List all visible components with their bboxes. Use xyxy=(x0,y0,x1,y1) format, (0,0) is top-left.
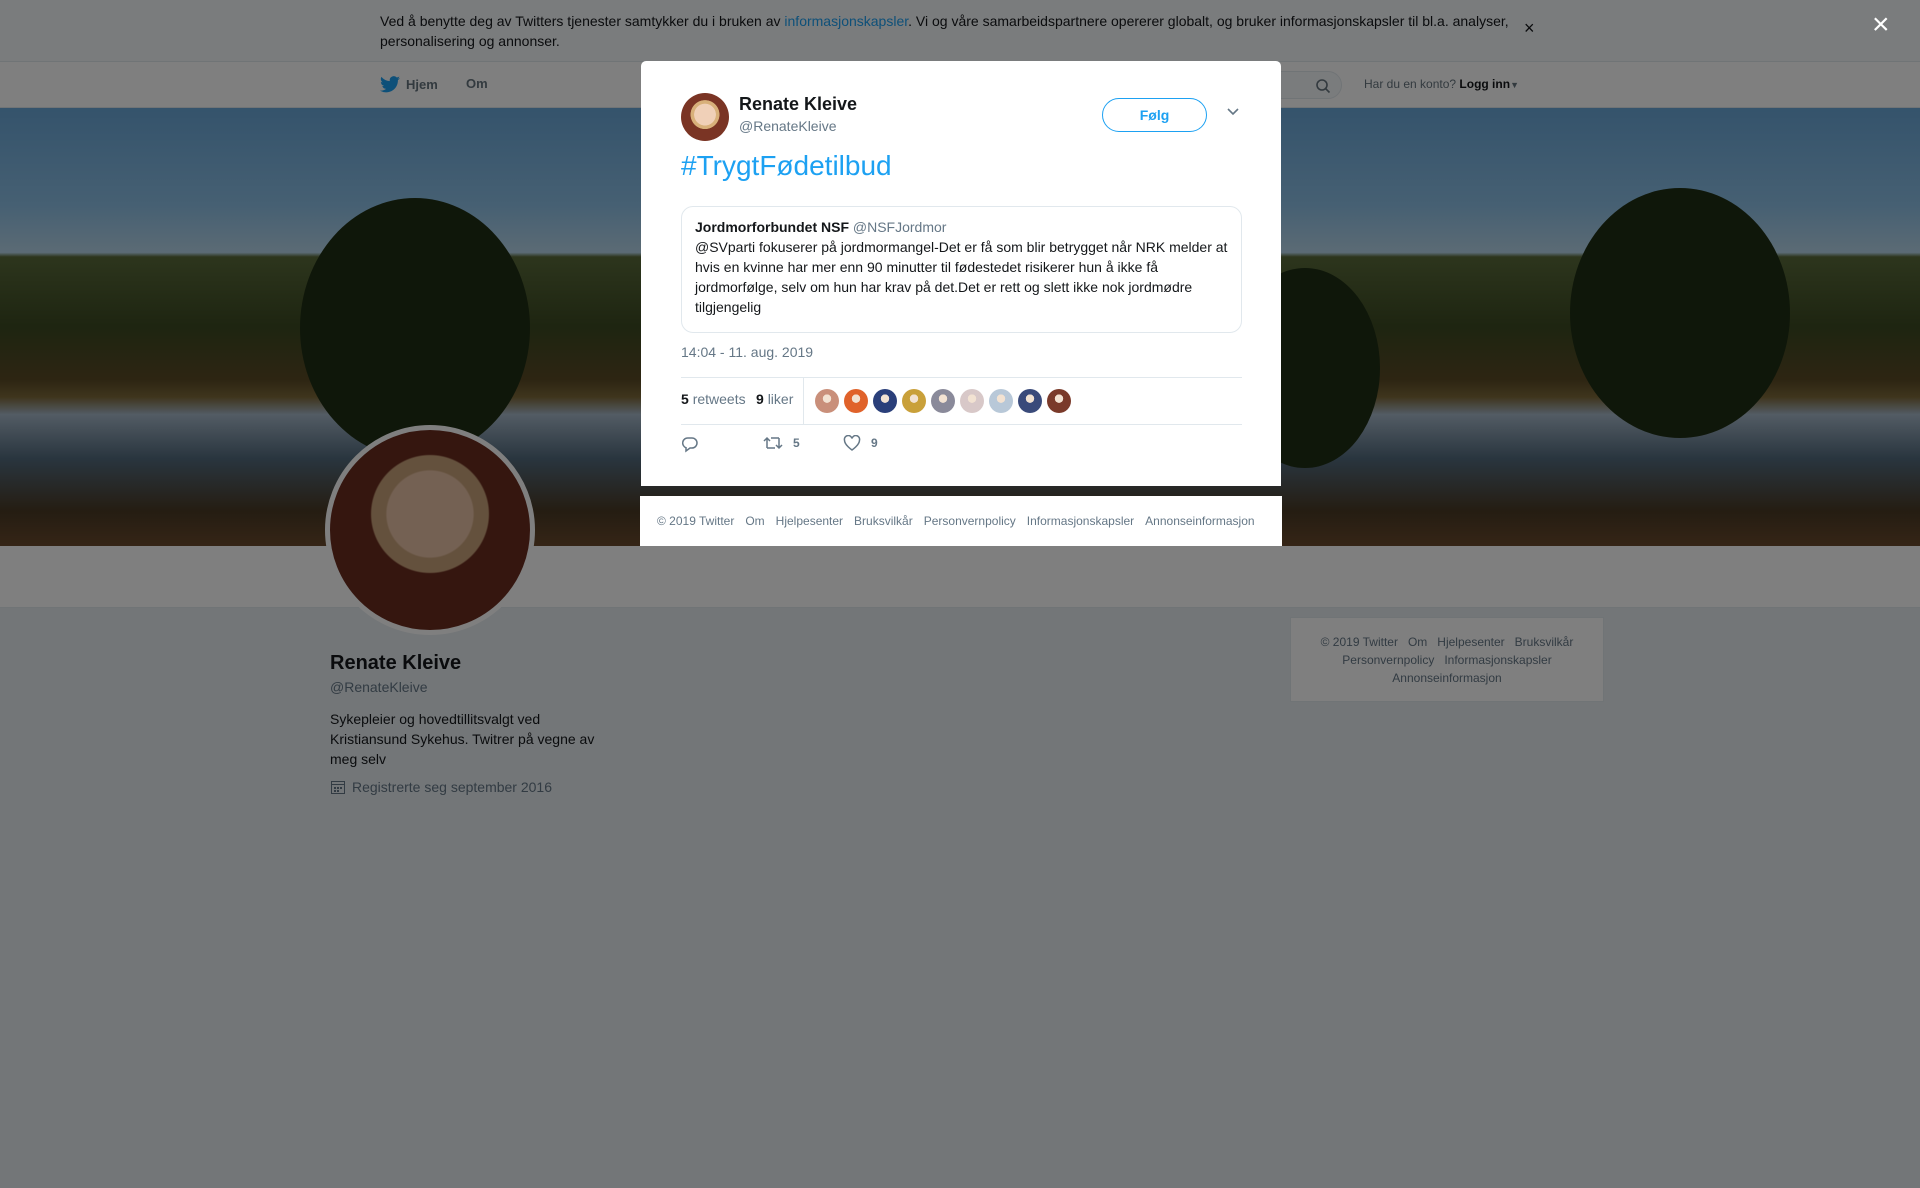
close-modal-button[interactable]: × xyxy=(1872,10,1890,40)
liker-avatars xyxy=(815,389,1071,413)
tweet-text-hashtag[interactable]: #TrygtFødetilbud xyxy=(681,150,892,182)
tweet-author-handle[interactable]: @RenateKleive xyxy=(739,118,837,134)
tweet-author-name[interactable]: Renate Kleive xyxy=(739,94,857,115)
liker-avatar[interactable] xyxy=(931,389,955,413)
modal-footer-copyright: © 2019 Twitter xyxy=(657,514,735,528)
modal-footer-link-about[interactable]: Om xyxy=(745,514,764,528)
like-count: 9 xyxy=(871,436,878,450)
retweet-count: 5 xyxy=(793,436,800,450)
quoted-author-name: Jordmorforbundet NSF xyxy=(695,219,849,235)
reply-button[interactable] xyxy=(681,435,699,453)
likes-stat[interactable]: 9 liker xyxy=(756,391,793,407)
chevron-down-icon[interactable] xyxy=(1226,107,1240,117)
liker-avatar[interactable] xyxy=(989,389,1013,413)
tweet-stats: 5 retweets 9 liker xyxy=(681,377,1242,425)
modal-footer-link-terms[interactable]: Bruksvilkår xyxy=(854,514,913,528)
quoted-tweet-header: Jordmorforbundet NSF @NSFJordmor xyxy=(695,219,1228,235)
retweet-button[interactable]: 5 xyxy=(763,435,800,451)
stats-divider xyxy=(803,378,804,425)
modal-footer-link-ads-info[interactable]: Annonseinformasjon xyxy=(1145,514,1254,528)
liker-avatar[interactable] xyxy=(815,389,839,413)
liker-avatar[interactable] xyxy=(1047,389,1071,413)
retweets-stat[interactable]: 5 retweets xyxy=(681,391,746,407)
quoted-author-handle: @NSFJordmor xyxy=(852,219,947,235)
tweet-timestamp[interactable]: 14:04 - 11. aug. 2019 xyxy=(681,344,813,360)
retweet-icon xyxy=(763,436,783,450)
likes-count: 9 xyxy=(756,391,764,407)
modal-footer-link-privacy[interactable]: Personvernpolicy xyxy=(924,514,1016,528)
quoted-tweet-text: @SVparti fokuserer på jordmormangel-Det … xyxy=(695,239,1228,315)
reply-icon xyxy=(681,437,698,453)
liker-avatar[interactable] xyxy=(902,389,926,413)
liker-avatar[interactable] xyxy=(873,389,897,413)
follow-button[interactable]: Følg xyxy=(1102,98,1207,132)
liker-avatar[interactable] xyxy=(844,389,868,413)
retweets-count: 5 xyxy=(681,391,689,407)
heart-icon xyxy=(843,435,861,451)
retweets-label: retweets xyxy=(692,391,746,407)
modal-footer-link-help[interactable]: Hjelpesenter xyxy=(776,514,843,528)
liker-avatar[interactable] xyxy=(960,389,984,413)
modal-footer-link-cookies[interactable]: Informasjonskapsler xyxy=(1027,514,1134,528)
like-button[interactable]: 9 xyxy=(843,435,878,451)
quoted-tweet[interactable]: Jordmorforbundet NSF @NSFJordmor @SVpart… xyxy=(681,206,1242,333)
tweet-modal: Renate Kleive @RenateKleive Følg #TrygtF… xyxy=(641,61,1281,486)
modal-footer: © 2019 Twitter Om Hjelpesenter Bruksvilk… xyxy=(640,496,1282,546)
likes-label: liker xyxy=(767,391,794,407)
liker-avatar[interactable] xyxy=(1018,389,1042,413)
tweet-author-avatar[interactable] xyxy=(681,93,729,141)
